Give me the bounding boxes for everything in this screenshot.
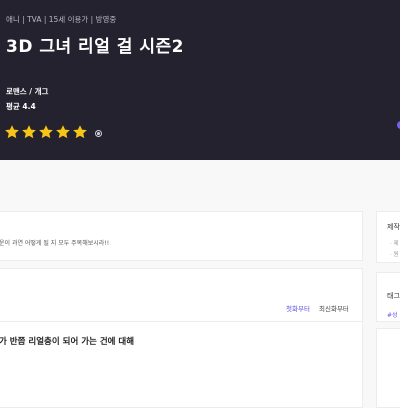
star-icon[interactable] [21,124,37,140]
synopsis-card: 운이 과연 어떻게 될 지 모두 주목해보시라!! [0,211,363,261]
genre-label: 로맨스 / 개그 [6,87,49,96]
production-info-card: 제작 · 제 · 원 [376,211,400,263]
synopsis-text: 운이 과연 어떻게 될 지 모두 주목해보시라!! [0,240,110,247]
production-heading: 제작 [387,223,400,231]
star-icon[interactable] [55,124,71,140]
tags-card: 태그 #성 [376,272,400,322]
title-header: 애니 | TVA | 15세 이용가 | 방영중 3D 그녀 리얼 걸 시즌2 … [0,0,400,160]
sort-first-button[interactable]: 첫화부터 [286,303,310,313]
production-line: · 제 [390,241,399,247]
tag-link[interactable]: #성 [387,310,398,319]
tags-heading: 태그 [387,292,400,300]
title-meta: 애니 | TVA | 15세 이용가 | 방영중 [6,15,117,24]
rating-stars[interactable] [4,124,88,140]
average-rating: 평균 4.4 [6,102,36,111]
star-icon[interactable] [4,124,20,140]
sort-latest-button[interactable]: 최신화부터 [319,303,349,313]
rating-info-icon[interactable] [95,130,102,137]
star-icon[interactable] [72,124,88,140]
star-icon[interactable] [38,124,54,140]
divider [0,321,362,322]
side-card [376,328,400,408]
episode-list-card: 첫화부터 최신화부터 가 반쯤 리얼충이 되어 가는 건에 대해 [0,268,363,408]
production-line: · 원 [390,252,399,258]
episode-title[interactable]: 가 반쯤 리얼충이 되어 가는 건에 대해 [0,335,134,347]
page-title: 3D 그녀 리얼 걸 시즌2 [6,37,184,57]
